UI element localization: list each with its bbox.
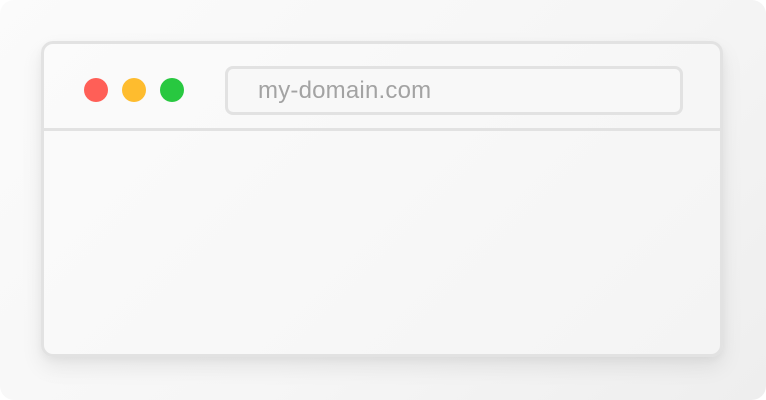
- zoom-window-button[interactable]: [160, 78, 184, 102]
- close-window-button[interactable]: [84, 78, 108, 102]
- page-content-area[interactable]: [44, 131, 720, 354]
- window-titlebar: my-domain.com: [44, 44, 720, 131]
- address-bar[interactable]: my-domain.com: [225, 66, 683, 115]
- screenshot-background: my-domain.com: [0, 0, 766, 400]
- browser-window: my-domain.com: [41, 41, 723, 357]
- address-bar-url: my-domain.com: [258, 76, 432, 104]
- minimize-window-button[interactable]: [122, 78, 146, 102]
